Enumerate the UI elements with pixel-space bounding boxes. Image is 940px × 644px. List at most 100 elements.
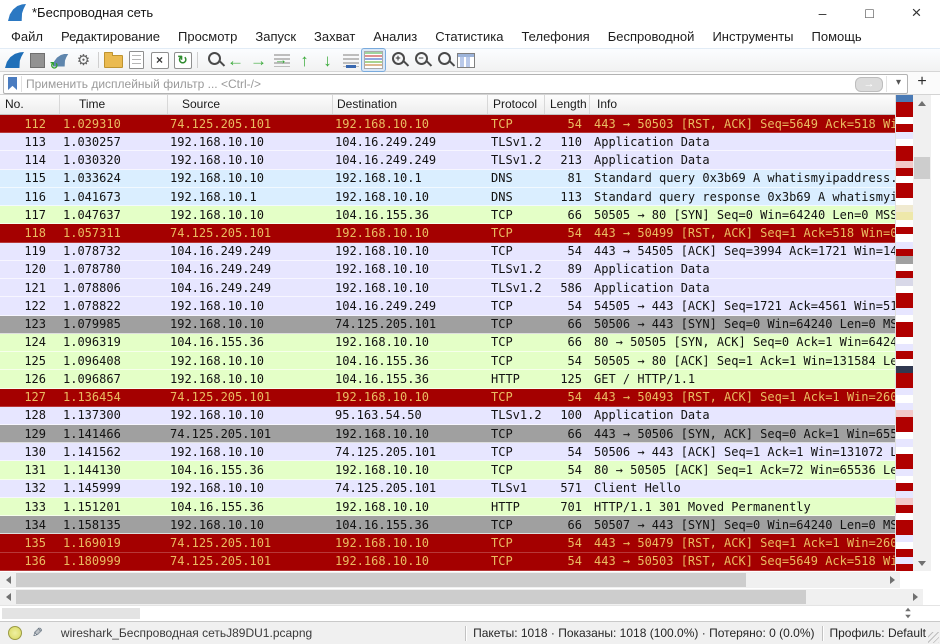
cell-info: 443 → 50503 [RST, ACK] Seq=5649 Ack=518 … [590, 554, 895, 568]
column-header-proto[interactable]: Protocol [488, 95, 545, 114]
menu-item-telephony[interactable]: Телефония [512, 26, 598, 48]
menu-item-file[interactable]: Файл [2, 26, 52, 48]
horizontal-scrollbar-secondary[interactable] [0, 589, 923, 605]
column-header-dst[interactable]: Destination [333, 95, 488, 114]
packet-row[interactable]: 1131.030257192.168.10.10104.16.249.249TL… [0, 133, 897, 151]
profile-label[interactable]: Профиль: Default [830, 626, 927, 640]
packet-row[interactable]: 1211.078806104.16.249.249192.168.10.10TL… [0, 279, 897, 297]
menu-item-view[interactable]: Просмотр [169, 26, 246, 48]
packet-row[interactable]: 1271.13645474.125.205.101192.168.10.10TC… [0, 389, 897, 407]
zoom-out-icon[interactable]: − [408, 49, 431, 71]
packet-row[interactable]: 1361.18099974.125.205.101192.168.10.10TC… [0, 553, 897, 571]
scroll-left-arrow[interactable] [0, 589, 16, 605]
packet-row[interactable]: 1171.047637192.168.10.10104.16.155.36TCP… [0, 206, 897, 224]
menu-item-edit[interactable]: Редактирование [52, 26, 169, 48]
cell-proto: TCP [488, 536, 545, 550]
menu-item-capture[interactable]: Захват [305, 26, 364, 48]
capture-options-icon[interactable]: ⚙ [72, 49, 95, 71]
add-filter-button[interactable]: + [913, 73, 931, 91]
save-file-icon[interactable] [125, 49, 148, 71]
go-last-packet-icon[interactable]: ↓ [316, 49, 339, 71]
resize-grip[interactable] [928, 632, 939, 643]
cell-no: 112 [0, 117, 60, 131]
packet-row[interactable]: 1331.151201104.16.155.36192.168.10.10HTT… [0, 498, 897, 516]
cell-no: 133 [0, 500, 60, 514]
display-filter-input[interactable]: Применить дисплейный фильтр ... <Ctrl-/>… [3, 74, 908, 94]
apply-filter-button[interactable]: → [855, 77, 883, 92]
scroll-left-arrow[interactable] [0, 572, 16, 588]
expert-info-icon[interactable] [8, 626, 22, 640]
scroll-up-arrow[interactable] [913, 95, 931, 111]
start-capture-icon[interactable] [3, 49, 26, 71]
packet-row[interactable]: 1121.02931074.125.205.101192.168.10.10TC… [0, 115, 897, 133]
packet-minimap[interactable] [895, 95, 913, 571]
go-back-icon[interactable]: ← [224, 49, 247, 71]
scroll-right-arrow[interactable] [907, 589, 923, 605]
close-button[interactable]: × [893, 0, 940, 26]
horizontal-scrollbar-packet-list[interactable] [0, 572, 900, 588]
minimize-button[interactable]: – [799, 0, 846, 26]
packet-row[interactable]: 1251.096408192.168.10.10104.16.155.36TCP… [0, 352, 897, 370]
packet-row[interactable]: 1321.145999192.168.10.1074.125.205.101TL… [0, 480, 897, 498]
restart-capture-icon[interactable] [49, 49, 72, 71]
cell-src: 192.168.10.10 [168, 408, 333, 422]
go-to-packet-icon[interactable] [270, 49, 293, 71]
packet-row[interactable]: 1231.079985192.168.10.1074.125.205.101TC… [0, 316, 897, 334]
zoom-in-icon[interactable]: + [385, 49, 408, 71]
vertical-scrollbar[interactable] [913, 95, 931, 571]
packet-row[interactable]: 1221.078822192.168.10.10104.16.249.249TC… [0, 297, 897, 315]
packet-row[interactable]: 1341.158135192.168.10.10104.16.155.36TCP… [0, 516, 897, 534]
reload-file-icon[interactable]: ↻ [171, 49, 194, 71]
packet-row[interactable]: 1351.16901974.125.205.101192.168.10.10TC… [0, 534, 897, 552]
menu-item-statistics[interactable]: Статистика [426, 26, 512, 48]
packet-row[interactable]: 1181.05731174.125.205.101192.168.10.10TC… [0, 224, 897, 242]
scroll-right-arrow[interactable] [884, 572, 900, 588]
stop-capture-icon[interactable] [26, 49, 49, 71]
open-file-icon [104, 55, 123, 68]
vertical-scrollbar-thumb[interactable] [914, 157, 930, 179]
minimap-bar [896, 205, 913, 212]
go-first-packet-icon[interactable]: ↑ [293, 49, 316, 71]
column-header-src[interactable]: Source [168, 95, 333, 114]
horizontal-scrollbar-thumb[interactable] [16, 573, 746, 587]
scroll-down-arrow[interactable] [913, 555, 931, 571]
packet-row[interactable]: 1191.078732104.16.249.249192.168.10.10TC… [0, 243, 897, 261]
auto-scroll-icon[interactable] [339, 49, 362, 71]
packet-row[interactable]: 1151.033624192.168.10.10192.168.10.1DNS8… [0, 170, 897, 188]
packet-row[interactable]: 1301.141562192.168.10.1074.125.205.101TC… [0, 443, 897, 461]
menu-item-tools[interactable]: Инструменты [703, 26, 802, 48]
pane-spin-control[interactable] [904, 607, 912, 619]
packet-row[interactable]: 1141.030320192.168.10.10104.16.249.249TL… [0, 151, 897, 169]
column-header-info[interactable]: Info [590, 95, 897, 114]
filter-dropdown-caret-icon[interactable]: ▾ [896, 77, 901, 88]
minimap-bar [896, 469, 913, 476]
packet-row[interactable]: 1201.078780104.16.249.249192.168.10.10TL… [0, 261, 897, 279]
colorize-packets-icon[interactable] [362, 49, 385, 71]
open-file-icon[interactable] [102, 49, 125, 71]
column-header-no[interactable]: No. [0, 95, 60, 114]
capture-comment-icon[interactable]: ✎ [32, 625, 43, 641]
packet-row[interactable]: 1161.041673192.168.10.1192.168.10.10DNS1… [0, 188, 897, 206]
go-forward-icon[interactable]: → [247, 49, 270, 71]
minimap-bar [896, 256, 913, 263]
menu-item-go[interactable]: Запуск [246, 26, 305, 48]
packet-row[interactable]: 1261.096867192.168.10.10104.16.155.36HTT… [0, 370, 897, 388]
packet-row[interactable]: 1291.14146674.125.205.101192.168.10.10TC… [0, 425, 897, 443]
menu-item-help[interactable]: Помощь [803, 26, 871, 48]
close-file-icon[interactable]: × [148, 49, 171, 71]
horizontal-scrollbar-thumb[interactable] [16, 590, 806, 604]
filter-bookmark-icon[interactable] [8, 77, 17, 90]
resize-columns-icon[interactable] [454, 49, 477, 71]
find-packet-icon[interactable] [201, 49, 224, 71]
packet-row[interactable]: 1241.096319104.16.155.36192.168.10.10TCP… [0, 334, 897, 352]
packet-row[interactable]: 1311.144130104.16.155.36192.168.10.10TCP… [0, 461, 897, 479]
maximize-button[interactable]: □ [846, 0, 893, 26]
capture-filename[interactable]: wireshark_Беспроводная сетьJ89DU1.pcapng [61, 626, 312, 640]
menu-item-analyze[interactable]: Анализ [364, 26, 426, 48]
menu-item-wireless[interactable]: Беспроводной [599, 26, 704, 48]
zoom-reset-icon[interactable] [431, 49, 454, 71]
column-header-len[interactable]: Length [545, 95, 590, 114]
minimap-bar [896, 439, 913, 446]
column-header-time[interactable]: Time [60, 95, 168, 114]
packet-row[interactable]: 1281.137300192.168.10.1095.163.54.50TLSv… [0, 407, 897, 425]
